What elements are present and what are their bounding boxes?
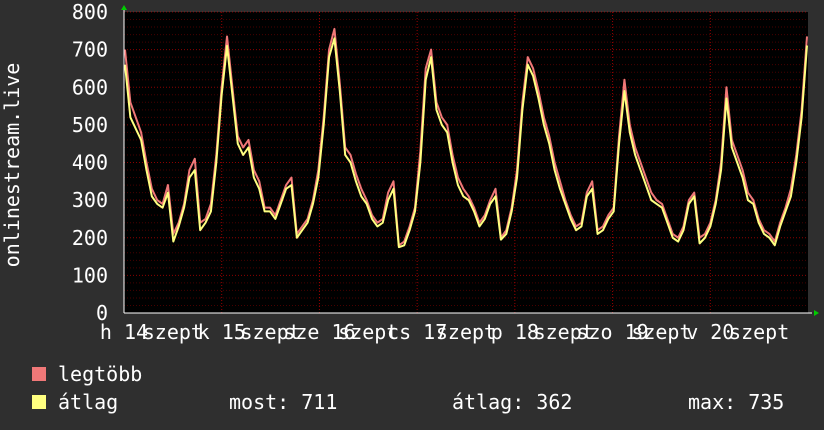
x-tick-label: szept [729, 320, 789, 344]
x-tick-label: szept [143, 320, 203, 344]
x-tick-label: szept [631, 320, 691, 344]
legend-label-max: legtöbb [58, 362, 143, 386]
y-tick-label: 200 [72, 226, 108, 250]
y-tick-label: 600 [72, 75, 108, 99]
legend-label-avg: átlag [58, 390, 119, 414]
y-tick-label: 300 [72, 188, 108, 212]
legend-swatch-max [32, 367, 46, 381]
x-tick-label: k 15 [198, 320, 246, 344]
y-axis-arrow [121, 5, 127, 10]
legend-most: most: 711 [229, 390, 338, 414]
y-tick-label: 100 [72, 263, 108, 287]
x-tick-label: p 18 [491, 320, 539, 344]
x-tick-label: v 20 [686, 320, 734, 344]
y-tick-label: 800 [72, 0, 108, 24]
chart: 0100200300400500600700800h 14szeptk 15sz… [0, 0, 819, 344]
y-axis-label: onlinestream.live [0, 63, 24, 268]
x-tick-label: h 14 [100, 320, 148, 344]
y-tick-label: 400 [72, 151, 108, 175]
x-axis-arrow [814, 310, 819, 316]
legend-swatch-avg [32, 395, 46, 409]
y-tick-label: 500 [72, 113, 108, 137]
y-tick-label: 700 [72, 38, 108, 62]
x-tick-label: szept [436, 320, 496, 344]
legend-average: átlag: 362 [452, 390, 573, 414]
legend-max: max: 735 [688, 390, 785, 414]
